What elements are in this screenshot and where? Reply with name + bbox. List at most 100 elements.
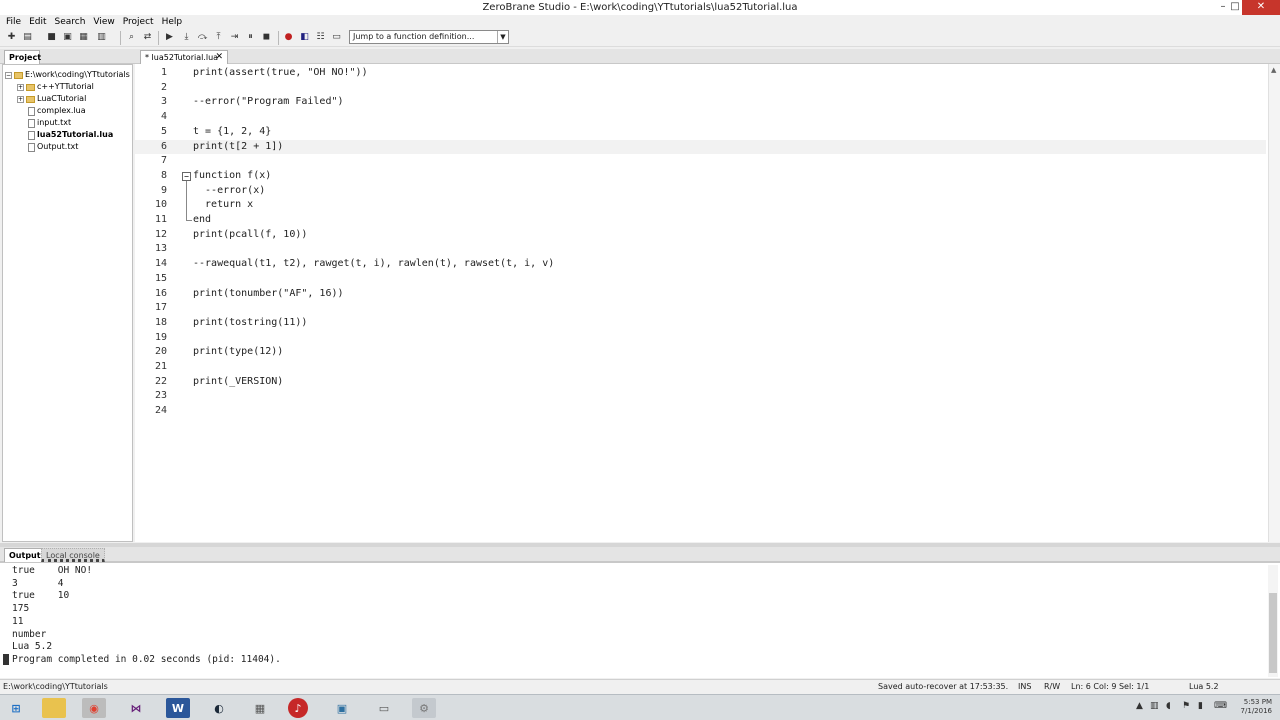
- code-line[interactable]: 12 print(pcall(f, 10)): [135, 228, 1266, 243]
- code-text[interactable]: print(type(12)): [193, 345, 283, 360]
- run-icon[interactable]: ▶: [164, 32, 175, 43]
- word-icon[interactable]: W: [166, 698, 190, 718]
- code-line[interactable]: 10 return x: [135, 198, 1266, 213]
- expand-icon[interactable]: +: [17, 95, 24, 103]
- editor-scrollbar[interactable]: ▲: [1268, 64, 1280, 542]
- step-into-icon[interactable]: ⤓: [181, 32, 192, 43]
- clock[interactable]: 5:53 PM 7/1/2016: [1241, 698, 1272, 716]
- code-line[interactable]: 21: [135, 360, 1266, 375]
- menu-file[interactable]: File: [2, 15, 25, 29]
- scroll-up-icon[interactable]: ▲: [1271, 66, 1276, 74]
- code-line[interactable]: 15: [135, 272, 1266, 287]
- output-panel[interactable]: true OH NO! 3 4 true 10 175 11 number Lua 5.2 P…: [0, 562, 1280, 678]
- open-project-icon[interactable]: ▥: [96, 32, 107, 43]
- steam-icon[interactable]: ◐: [207, 698, 231, 718]
- chrome-icon[interactable]: ◉: [82, 698, 106, 718]
- code-line[interactable]: 5 t = {1, 2, 4}: [135, 125, 1266, 140]
- code-line[interactable]: 16 print(tonumber("AF", 16)): [135, 287, 1266, 302]
- code-text[interactable]: print(assert(true, "OH NO!")): [193, 66, 368, 81]
- code-text[interactable]: --error(x): [193, 184, 265, 199]
- breakpoint-icon[interactable]: ●: [283, 32, 294, 43]
- stop-icon[interactable]: ◼: [261, 32, 272, 43]
- calculator-icon[interactable]: ▦: [248, 698, 272, 718]
- save-all-icon[interactable]: ▣: [62, 32, 73, 43]
- scroll-thumb[interactable]: [1269, 593, 1277, 673]
- output-scrollbar[interactable]: [1268, 565, 1278, 677]
- code-line[interactable]: 22 print(_VERSION): [135, 375, 1266, 390]
- code-text[interactable]: --rawequal(t1, t2), rawget(t, i), rawlen…: [193, 257, 554, 272]
- tab-project[interactable]: Project: [4, 50, 41, 64]
- expand-icon[interactable]: +: [17, 83, 24, 91]
- volume-icon[interactable]: ◖: [1166, 701, 1171, 711]
- find-icon[interactable]: ⌕: [126, 32, 137, 43]
- code-line[interactable]: 4: [135, 110, 1266, 125]
- step-over-icon[interactable]: ⤼: [197, 32, 208, 43]
- keyboard-icon[interactable]: ⌨: [1214, 701, 1227, 711]
- function-jump-select[interactable]: Jump to a function definition... ▼: [349, 30, 509, 44]
- code-text[interactable]: t = {1, 2, 4}: [193, 125, 271, 140]
- code-line[interactable]: 3 --error("Program Failed"): [135, 95, 1266, 110]
- code-text[interactable]: print(_VERSION): [193, 375, 283, 390]
- code-text[interactable]: print(pcall(f, 10)): [193, 228, 307, 243]
- code-text[interactable]: function f(x): [193, 169, 271, 184]
- open-file-icon[interactable]: ▤: [22, 32, 33, 43]
- run-to-cursor-icon[interactable]: ⇥: [229, 32, 240, 43]
- code-line[interactable]: 9 --error(x): [135, 184, 1266, 199]
- new-file-icon[interactable]: ✚: [6, 32, 17, 43]
- tree-file[interactable]: complex.lua: [28, 105, 86, 117]
- break-icon[interactable]: ⏸: [245, 32, 256, 43]
- code-line[interactable]: 6 print(t[2 + 1]): [135, 139, 1266, 155]
- tree-file[interactable]: input.txt: [28, 117, 71, 129]
- code-line[interactable]: 7: [135, 154, 1266, 169]
- start-icon[interactable]: ⊞: [4, 698, 28, 718]
- tab-editor-file[interactable]: * lua52Tutorial.lua ✕: [140, 50, 228, 64]
- close-tab-icon[interactable]: ✕: [215, 51, 223, 64]
- visual-studio-icon[interactable]: ⋈: [124, 698, 148, 718]
- save-icon[interactable]: ■: [46, 32, 57, 43]
- code-line[interactable]: 11 end: [135, 213, 1266, 228]
- console-icon[interactable]: ▭: [331, 32, 342, 43]
- tree-file[interactable]: Output.txt: [28, 141, 78, 153]
- code-text[interactable]: end: [193, 213, 211, 228]
- code-text[interactable]: --error("Program Failed"): [193, 95, 344, 110]
- zerobrane-icon[interactable]: ⚙: [412, 698, 436, 718]
- tree-root[interactable]: − E:\work\coding\YTtutorials: [5, 69, 130, 81]
- code-line[interactable]: 19: [135, 331, 1266, 346]
- tree-file-active[interactable]: lua52Tutorial.lua: [28, 129, 113, 141]
- code-line[interactable]: 13: [135, 242, 1266, 257]
- menu-edit[interactable]: Edit: [25, 15, 50, 29]
- code-text[interactable]: print(t[2 + 1]): [193, 140, 283, 155]
- music-icon[interactable]: ♪: [288, 698, 308, 718]
- menu-search[interactable]: Search: [51, 15, 90, 29]
- code-line[interactable]: 20 print(type(12)): [135, 345, 1266, 360]
- battery-icon[interactable]: ▮: [1198, 701, 1203, 711]
- step-out-icon[interactable]: ⤒: [213, 32, 224, 43]
- menu-project[interactable]: Project: [119, 15, 158, 29]
- code-line[interactable]: 2: [135, 81, 1266, 96]
- stack-icon[interactable]: ☷: [315, 32, 326, 43]
- window-icon[interactable]: ▭: [372, 698, 396, 718]
- tray-chevron-icon[interactable]: ▲: [1136, 701, 1143, 711]
- code-text[interactable]: print(tonumber("AF", 16)): [193, 287, 344, 302]
- code-line[interactable]: 1 print(assert(true, "OH NO!")): [135, 66, 1266, 81]
- network-icon[interactable]: ▥: [1150, 701, 1159, 711]
- app-icon[interactable]: ▣: [330, 698, 354, 718]
- code-text[interactable]: return x: [193, 198, 253, 213]
- code-line[interactable]: 18 print(tostring(11)): [135, 316, 1266, 331]
- replace-icon[interactable]: ⇄: [142, 32, 153, 43]
- tree-folder[interactable]: + LuaCTutorial: [17, 93, 86, 105]
- close-button[interactable]: ✕: [1242, 0, 1280, 15]
- code-line[interactable]: 17: [135, 301, 1266, 316]
- tab-local-console[interactable]: Local console: [41, 548, 105, 562]
- flag-icon[interactable]: ⚑: [1182, 701, 1190, 711]
- chevron-down-icon[interactable]: ▼: [497, 31, 508, 43]
- code-line[interactable]: 23: [135, 389, 1266, 404]
- code-line[interactable]: 8 function f(x) −: [135, 169, 1266, 184]
- project-dir-icon[interactable]: ▦: [78, 32, 89, 43]
- code-line[interactable]: 24: [135, 404, 1266, 419]
- code-line[interactable]: 14 --rawequal(t1, t2), rawget(t, i), rawl…: [135, 257, 1266, 272]
- menu-view[interactable]: View: [89, 15, 118, 29]
- menu-help[interactable]: Help: [158, 15, 187, 29]
- code-text[interactable]: print(tostring(11)): [193, 316, 307, 331]
- watch-icon[interactable]: ◧: [299, 32, 310, 43]
